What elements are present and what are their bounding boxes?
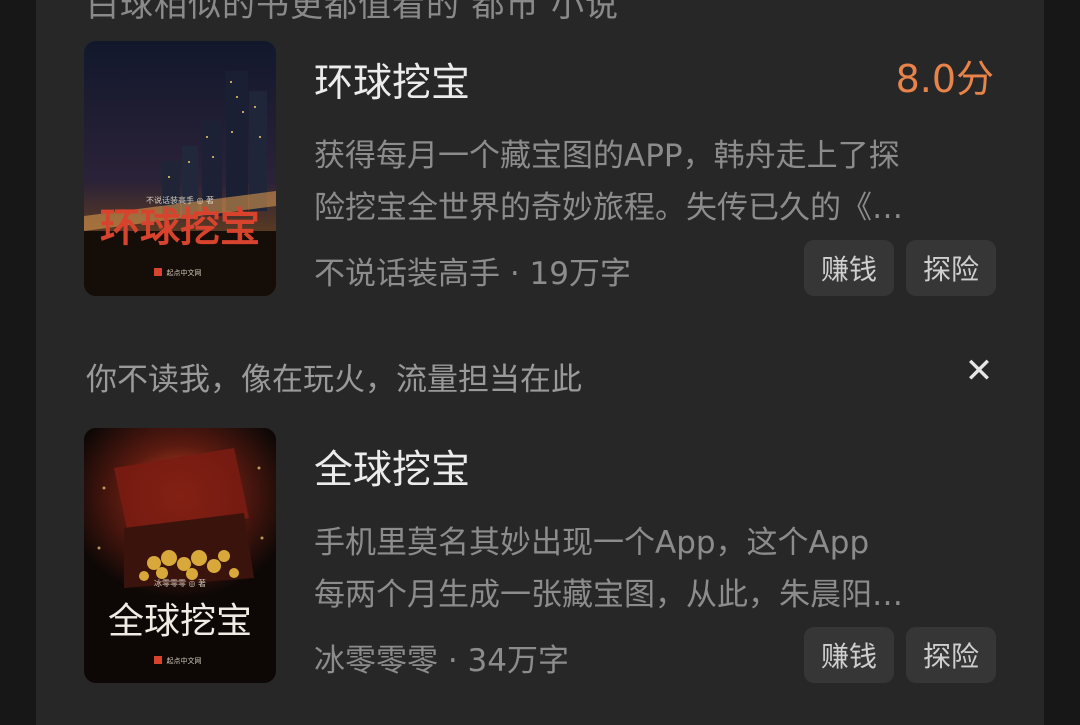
- book-title-1[interactable]: 环球挖宝: [314, 52, 470, 108]
- book-desc-1-line2: 险挖宝全世界的奇妙旅程。失传已久的《…: [314, 190, 903, 226]
- book-cover-1[interactable]: 不说话装高手 ◎ 著 环球挖宝 起点中文网: [84, 41, 276, 296]
- book-score-1: 8.0分: [895, 57, 994, 101]
- book-desc-2[interactable]: 手机里莫名其妙出现一个App，这个App 每两个月生成一张藏宝图，从此，朱晨阳…: [314, 517, 994, 621]
- cover-title-2: 全球挖宝: [108, 601, 252, 642]
- book-meta-1: 不说话装高手 · 19万字: [314, 256, 632, 292]
- book-desc-1[interactable]: 获得每月一个藏宝图的APP，韩舟走上了探 险挖宝全世界的奇妙旅程。失传已久的《…: [314, 130, 994, 234]
- cover-publisher-2: 起点中文网: [167, 656, 202, 665]
- tag-earn-money-1[interactable]: 赚钱: [804, 240, 894, 296]
- book-desc-2-line1: 手机里莫名其妙出现一个App，这个App: [314, 525, 870, 561]
- book-title-2[interactable]: 全球挖宝: [314, 439, 470, 495]
- close-icon[interactable]: ✕: [962, 354, 996, 388]
- book-meta-2: 冰零零零 · 34万字: [314, 643, 570, 679]
- tag-earn-money-2[interactable]: 赚钱: [804, 627, 894, 683]
- book-desc-2-line2: 每两个月生成一张藏宝图，从此，朱晨阳…: [314, 577, 903, 613]
- cover-author-1: 不说话装高手 ◎ 著: [146, 195, 214, 205]
- tag-adventure-2[interactable]: 探险: [906, 627, 996, 683]
- book-cover-2[interactable]: 冰零零零 ◎ 著 全球挖宝 起点中文网: [84, 428, 276, 683]
- section-header-partial: 白球相似的书更都值看的 都市 小说: [86, 0, 619, 24]
- cover-title-1: 环球挖宝: [100, 205, 260, 251]
- tag-adventure-1[interactable]: 探险: [906, 240, 996, 296]
- book-desc-1-line1: 获得每月一个藏宝图的APP，韩舟走上了探: [314, 138, 900, 174]
- cover-author-2: 冰零零零 ◎ 著: [154, 578, 206, 588]
- cover-publisher-1: 起点中文网: [167, 268, 202, 277]
- recommendation-text: 你不读我，像在玩火，流量担当在此: [86, 362, 582, 398]
